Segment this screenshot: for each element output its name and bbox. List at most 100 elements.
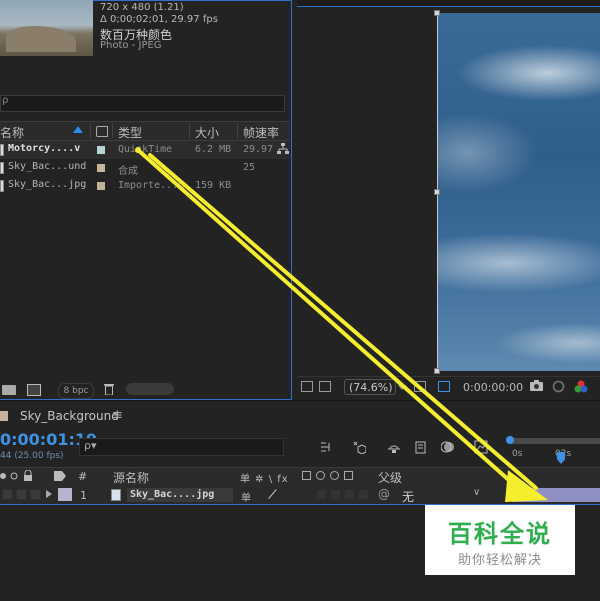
viewer-tab-bar [297, 0, 600, 7]
camera-icon[interactable] [530, 380, 543, 391]
snapshot-layout-icon[interactable] [319, 381, 331, 392]
layer-column-header [0, 467, 600, 487]
footage-type: Photo - JPEG [100, 40, 162, 51]
composition-canvas[interactable] [437, 13, 600, 371]
frame-info: 44 (25.00 fps) [0, 451, 64, 461]
transform-handle[interactable] [434, 189, 440, 195]
motion-blur-switch[interactable] [330, 489, 341, 500]
3d-switch[interactable] [358, 489, 369, 500]
column-name[interactable]: 名称 [0, 124, 24, 141]
watermark-subtitle: 助你轻松解决 [457, 553, 542, 568]
lock-switch[interactable] [30, 489, 41, 500]
video-switch[interactable] [2, 489, 13, 500]
item-name: Sky_Bac...jpg [8, 179, 87, 190]
label-swatch [97, 146, 105, 154]
region-of-interest-icon[interactable] [414, 381, 426, 392]
project-column-header: 名称 类型 大小 帧速率 [0, 121, 290, 141]
project-item[interactable]: Sky_Bac...jpg Importe...G 159 KB [0, 177, 290, 195]
item-type: Importe...G [118, 180, 185, 191]
show-snapshot-icon[interactable] [552, 380, 565, 393]
item-fps: 25 [243, 162, 256, 173]
transparency-grid-icon[interactable] [438, 381, 450, 392]
label-tag-icon[interactable] [96, 126, 108, 137]
item-fps: 29.97 [243, 144, 274, 155]
transform-handle[interactable] [434, 368, 440, 374]
search-icon: ρ▾ [84, 439, 97, 452]
panel-menu-icon[interactable]: ≡ [112, 408, 123, 423]
project-item[interactable]: Sky_Bac...und 合成 25 [0, 159, 290, 177]
chevron-down-icon[interactable]: ∨ [473, 487, 480, 498]
parent-select[interactable]: 无 [402, 488, 414, 505]
ruler-tick-label: 0s [512, 449, 523, 459]
item-type: 合成 [118, 166, 138, 177]
graph-editor-icon[interactable] [474, 440, 488, 454]
work-area-start-handle[interactable] [506, 436, 514, 444]
frame-blending-icon[interactable] [414, 440, 428, 454]
layer-duration-bar[interactable] [512, 488, 600, 502]
layer-row[interactable] [0, 486, 600, 505]
pick-whip-icon[interactable]: @ [378, 487, 390, 501]
layer-name[interactable]: Sky_Bac....jpg [127, 488, 233, 502]
channels-icon[interactable] [574, 380, 588, 393]
timeline-search-input[interactable] [79, 438, 284, 456]
motion-blur-header-icon [316, 471, 325, 480]
file-icon [0, 180, 4, 192]
item-name: Sky_Bac...und [8, 161, 87, 172]
sort-ascending-icon[interactable] [73, 126, 83, 133]
file-icon [0, 144, 4, 156]
layer-number: 1 [80, 489, 87, 502]
work-area-bar[interactable] [508, 438, 600, 444]
column-divider [189, 124, 190, 138]
bpc-button[interactable]: 8 bpc [58, 383, 94, 399]
frame-blend-header-icon [302, 471, 311, 480]
item-size: 159 KB [195, 180, 232, 191]
item-type: QuickTime [118, 144, 173, 155]
draft-3d-icon[interactable] [352, 440, 366, 454]
preview-icon[interactable] [301, 381, 313, 392]
new-folder-icon[interactable] [2, 385, 16, 395]
image-file-icon [111, 489, 121, 501]
shy-switch[interactable]: 单 [241, 489, 251, 504]
footage-dimensions: 720 x 480 (1.21) [100, 2, 184, 13]
column-divider [112, 124, 113, 138]
column-source-name[interactable]: 源名称 [113, 469, 149, 486]
column-layer-number: # [78, 470, 88, 483]
fx-switch[interactable] [316, 489, 327, 500]
adjustment-switch[interactable] [344, 489, 355, 500]
motion-blur-icon[interactable] [441, 440, 455, 454]
comp-flowchart-icon[interactable] [320, 440, 334, 454]
comp-label-swatch [0, 411, 8, 421]
switches-header: 单 ✲ \ fx [240, 474, 289, 485]
project-item[interactable]: Motorcy....v QuickTime 6.2 MB 29.97 [0, 141, 290, 159]
new-comp-icon[interactable] [27, 384, 41, 396]
av-switch-icons [0, 470, 32, 481]
label-swatch [97, 182, 105, 190]
chevron-down-icon[interactable] [398, 385, 406, 390]
project-scrollbar[interactable] [126, 383, 174, 395]
layer-label-swatch[interactable] [58, 488, 72, 501]
viewer-timecode[interactable]: 0:00:00:00 [463, 381, 523, 394]
3d-layer-header-icon [344, 471, 353, 480]
column-fps[interactable]: 帧速率 [243, 124, 279, 141]
flowchart-icon[interactable] [277, 143, 289, 155]
label-swatch [97, 164, 105, 172]
zoom-select[interactable]: (74.6%) [344, 379, 396, 395]
project-search-input[interactable]: ρ [0, 95, 285, 112]
column-divider [237, 124, 238, 138]
project-panel [0, 0, 292, 400]
tab-composition[interactable]: Sky_Background [20, 409, 119, 423]
column-parent[interactable]: 父级 [378, 469, 402, 486]
trash-icon[interactable] [104, 383, 114, 395]
adjustment-header-icon [330, 471, 339, 480]
column-type[interactable]: 类型 [118, 124, 142, 141]
item-name: Motorcy....v [8, 143, 81, 154]
column-size[interactable]: 大小 [195, 124, 219, 141]
footage-duration: Δ 0;00;02;01, 29.97 fps [100, 14, 218, 25]
column-divider [90, 124, 91, 138]
item-size: 6.2 MB [195, 144, 232, 155]
search-icon: ρ [2, 95, 9, 106]
shy-layers-icon[interactable] [387, 440, 401, 454]
transform-handle[interactable] [434, 10, 440, 16]
expand-arrow-icon[interactable] [46, 490, 52, 498]
audio-switch[interactable] [16, 489, 27, 500]
